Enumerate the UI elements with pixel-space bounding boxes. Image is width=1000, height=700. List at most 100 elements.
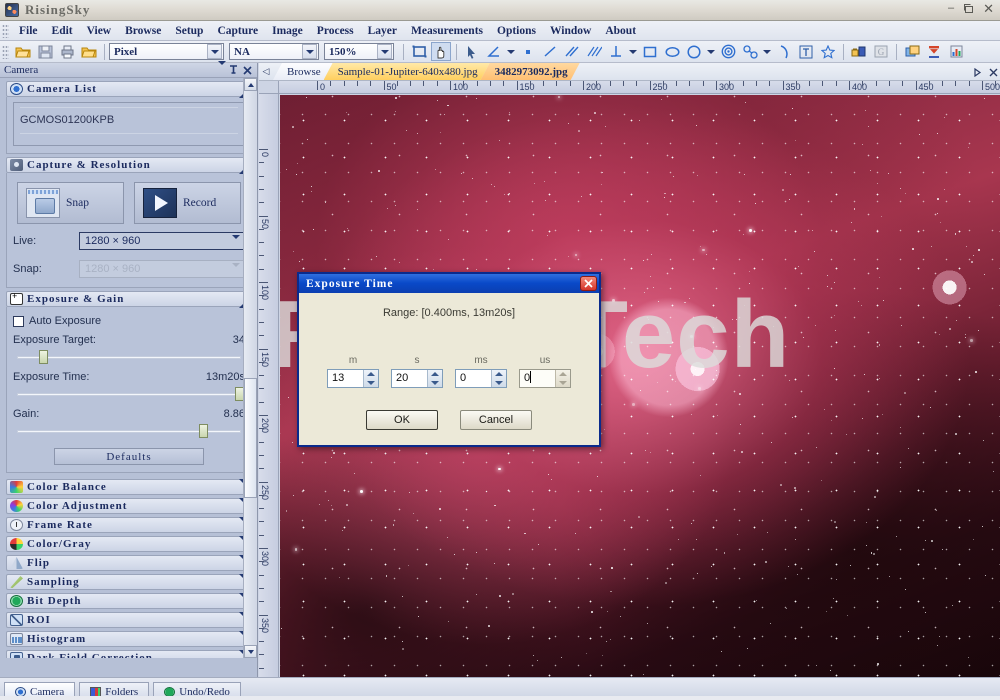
group-dark-field-correction[interactable]: Dark Field Correction <box>6 649 252 658</box>
trace-dropdown-icon[interactable] <box>762 42 772 61</box>
horizontal-ruler[interactable]: 0 50 100 150 200 250 300 350 400 450 500 <box>279 81 1000 94</box>
group-frame-rate[interactable]: Frame Rate <box>6 516 252 533</box>
minimize-icon[interactable]: – <box>948 2 954 15</box>
vertical-ruler[interactable]: 0 50 100 150 200 250 300 350 <box>259 94 279 677</box>
live-resolution-select[interactable]: 1280 × 960 <box>79 232 245 251</box>
close-icon[interactable] <box>580 276 597 291</box>
arc-icon[interactable] <box>774 42 794 61</box>
exposure-time-slider[interactable] <box>13 387 245 401</box>
three-lines-icon[interactable] <box>584 42 604 61</box>
exposure-time-dialog[interactable]: Exposure Time Range: [0.400ms, 13m20s] m… <box>297 272 601 447</box>
perpendicular-icon[interactable] <box>606 42 626 61</box>
milliseconds-input[interactable]: 0 <box>455 369 507 388</box>
sidebar-scrollbar[interactable] <box>243 78 257 658</box>
group-color-gray[interactable]: Color/Gray <box>6 535 252 552</box>
menu-view[interactable]: View <box>80 23 118 39</box>
circle-dropdown-icon[interactable] <box>706 42 716 61</box>
auto-exposure-row[interactable]: Auto Exposure <box>13 315 245 327</box>
merge-down-icon[interactable] <box>924 42 944 61</box>
group-bit-depth[interactable]: Bit Depth <box>6 592 252 609</box>
menu-process[interactable]: Process <box>310 23 361 39</box>
minutes-stepper[interactable] <box>363 370 378 387</box>
histogram-icon[interactable] <box>946 42 966 61</box>
print-icon[interactable] <box>57 42 77 61</box>
point-icon[interactable] <box>518 42 538 61</box>
menu-image[interactable]: Image <box>265 23 310 39</box>
menu-window[interactable]: Window <box>543 23 598 39</box>
dialog-titlebar[interactable]: Exposure Time <box>299 274 599 293</box>
microseconds-input[interactable]: 0 <box>519 369 571 388</box>
menu-options[interactable]: Options <box>490 23 543 39</box>
pan-hand-icon[interactable] <box>431 42 451 61</box>
snap-button[interactable]: Snap <box>17 182 124 224</box>
group-histogram[interactable]: Histogram <box>6 630 252 647</box>
text-icon[interactable] <box>796 42 816 61</box>
next-tab-icon[interactable] <box>974 67 982 77</box>
seconds-stepper[interactable] <box>427 370 442 387</box>
chevron-down-icon[interactable] <box>207 44 222 59</box>
group-exposure-header[interactable]: Exposure & Gain <box>6 291 252 308</box>
restore-icon[interactable] <box>963 3 974 14</box>
prev-tab-icon[interactable]: ◁ <box>259 62 273 80</box>
group-capture-header[interactable]: Capture & Resolution <box>6 157 252 174</box>
group-sampling[interactable]: Sampling <box>6 573 252 590</box>
layers-icon[interactable] <box>902 42 922 61</box>
close-icon[interactable]: ✕ <box>983 2 994 15</box>
angle-icon[interactable] <box>484 42 504 61</box>
defaults-button[interactable]: Defaults <box>54 448 204 465</box>
calibration-combo[interactable]: NA <box>229 43 319 60</box>
list-item[interactable]: GCMOS01200KPB <box>20 114 238 126</box>
tab-3482973092[interactable]: 3482973092.jpg <box>481 63 580 80</box>
arrow-pointer-icon[interactable] <box>462 42 482 61</box>
gain-slider[interactable] <box>13 424 245 438</box>
tab-sample-01-jupiter[interactable]: Sample-01-Jupiter-640x480.jpg <box>324 63 490 80</box>
tab-browse[interactable]: Browse <box>273 63 333 80</box>
camera-list[interactable]: GCMOS01200KPB <box>13 102 245 146</box>
minutes-input[interactable]: 13 <box>327 369 379 388</box>
menu-layer[interactable]: Layer <box>361 23 404 39</box>
scrollbar-thumb[interactable] <box>244 378 257 498</box>
chevron-down-icon[interactable] <box>215 60 229 76</box>
chevron-down-icon[interactable] <box>302 44 317 59</box>
seconds-input[interactable]: 20 <box>391 369 443 388</box>
menu-edit[interactable]: Edit <box>45 23 80 39</box>
save-icon[interactable] <box>35 42 55 61</box>
zoom-combo[interactable]: 150% <box>324 43 394 60</box>
group-camera-list-header[interactable]: Camera List <box>6 81 252 98</box>
auto-exposure-checkbox[interactable] <box>13 315 24 327</box>
group-color-adjustment[interactable]: Color Adjustment <box>6 497 252 514</box>
slider-thumb[interactable] <box>38 350 48 364</box>
select-rectangle-icon[interactable] <box>409 42 429 61</box>
calibrate-icon[interactable] <box>849 42 869 61</box>
group-flip[interactable]: Flip <box>6 554 252 571</box>
chevron-down-icon[interactable] <box>232 235 240 251</box>
angle-dropdown-icon[interactable] <box>506 42 516 61</box>
menu-grip-icon[interactable] <box>2 23 9 38</box>
menu-capture[interactable]: Capture <box>210 23 265 39</box>
pin-icon[interactable] <box>229 64 243 76</box>
scroll-up-icon[interactable] <box>244 78 257 91</box>
menu-setup[interactable]: Setup <box>168 23 210 39</box>
menu-about[interactable]: About <box>598 23 643 39</box>
menu-browse[interactable]: Browse <box>118 23 168 39</box>
perpendicular-dropdown-icon[interactable] <box>628 42 638 61</box>
unit-combo[interactable]: Pixel <box>109 43 224 60</box>
record-button[interactable]: Record <box>134 182 241 224</box>
toolbar-grip-icon[interactable] <box>2 44 9 59</box>
browse-folder-icon[interactable] <box>79 42 99 61</box>
slider-thumb[interactable] <box>198 424 208 438</box>
polygon-trace-icon[interactable] <box>740 42 760 61</box>
ok-button[interactable]: OK <box>366 410 438 430</box>
star-icon[interactable] <box>818 42 838 61</box>
group-roi[interactable]: ROI <box>6 611 252 628</box>
rectangle-icon[interactable] <box>640 42 660 61</box>
grayscale-g-icon[interactable]: G <box>871 42 891 61</box>
exposure-target-slider[interactable] <box>13 350 245 364</box>
parallel-lines-icon[interactable] <box>562 42 582 61</box>
menu-measurements[interactable]: Measurements <box>404 23 490 39</box>
circle-icon[interactable] <box>684 42 704 61</box>
line-icon[interactable] <box>540 42 560 61</box>
open-folder-icon[interactable] <box>13 42 33 61</box>
scroll-down-icon[interactable] <box>244 645 257 658</box>
close-icon[interactable] <box>243 65 257 75</box>
